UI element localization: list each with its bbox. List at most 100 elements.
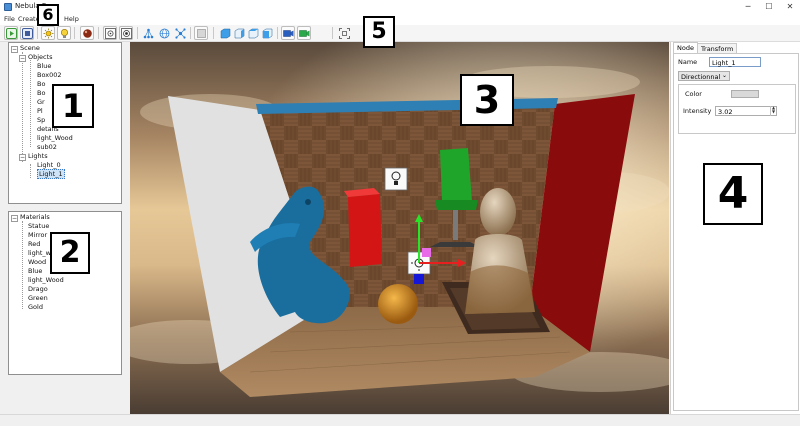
tree-item-material[interactable]: Blue [28, 267, 42, 275]
tree-node-materials[interactable]: − Materials [11, 213, 50, 222]
tree-item-material[interactable]: Drago [28, 285, 48, 293]
color-label: Color [685, 90, 702, 98]
tree-node-objects[interactable]: − Objects [19, 53, 53, 62]
toolbar-separator [137, 27, 138, 39]
camera-button[interactable] [281, 26, 295, 40]
light-settings-group: Color Intensity 3.02 ▲ ▼ [678, 84, 796, 134]
view-front-icon [220, 28, 231, 39]
tree-item-material[interactable]: Gold [28, 303, 43, 311]
render-region-icon [105, 28, 116, 39]
name-field[interactable]: Light_1 [709, 57, 761, 67]
light-type-select[interactable]: Directionnal ⌄ [678, 71, 730, 81]
tree-item-light[interactable]: Light_0 [37, 161, 61, 169]
tree-line [30, 164, 31, 178]
callout-3: 3 [460, 74, 514, 126]
tree-item-material[interactable]: Statue [28, 222, 49, 230]
tree-node-scene[interactable]: − Scene [11, 44, 40, 53]
network-button[interactable] [173, 26, 187, 40]
collapse-icon[interactable]: − [11, 46, 18, 53]
tree-icon [143, 28, 154, 39]
tree-item-object[interactable]: Gr [37, 98, 45, 106]
frame-selection-button[interactable] [337, 26, 351, 40]
menu-file[interactable]: File [4, 15, 15, 23]
menu-help[interactable]: Help [64, 15, 79, 23]
tree-item-object[interactable]: sub02 [37, 143, 57, 151]
color-swatch[interactable] [731, 90, 759, 98]
callout-1: 1 [52, 84, 94, 128]
callout-5: 5 [363, 16, 395, 48]
tree-item-material[interactable]: Mirror [28, 231, 47, 239]
callout-6: 6 [37, 4, 59, 26]
view-top-button[interactable] [246, 26, 260, 40]
tree-item-object[interactable]: light_Wood [37, 134, 73, 142]
tree-item-object[interactable]: Sp [37, 116, 45, 124]
view-side-button[interactable] [232, 26, 246, 40]
frame-select-icon [339, 28, 350, 39]
collapse-icon[interactable]: − [11, 215, 18, 222]
tree-item-light-selected[interactable]: Light_1 [37, 169, 65, 179]
render-full-icon [121, 28, 132, 39]
bulb-icon [60, 28, 69, 38]
tree-item-material[interactable]: light_Wood [28, 276, 64, 284]
tree-item-material[interactable]: Red [28, 240, 40, 248]
stop-icon [22, 28, 33, 39]
toolbar-separator [190, 27, 191, 39]
intensity-value: 3.02 [718, 108, 733, 116]
view-front-button[interactable] [218, 26, 232, 40]
toolbar-separator [98, 27, 99, 39]
render-region-button[interactable] [103, 26, 117, 40]
tree-line [22, 221, 23, 309]
close-button[interactable]: ✕ [778, 0, 800, 14]
hierarchy-button[interactable] [141, 26, 155, 40]
light-type-value: Directionnal [681, 73, 721, 81]
node-tab-content: Name Light_1 Directionnal ⌄ Color Intens… [673, 53, 799, 411]
play-button[interactable] [4, 26, 18, 40]
empty-cube-button[interactable] [194, 26, 208, 40]
tree-item-object[interactable]: Blue [37, 62, 51, 70]
sun-icon [43, 28, 54, 39]
toolbar-separator [213, 27, 214, 39]
intensity-label: Intensity [683, 107, 712, 115]
cube-empty-icon [197, 29, 206, 38]
sphere-icon [83, 29, 92, 38]
camera-green-button[interactable] [297, 26, 311, 40]
intensity-spinbox[interactable]: 3.02 ▲ ▼ [715, 106, 777, 116]
toolbar [0, 25, 800, 42]
render-full-button[interactable] [119, 26, 133, 40]
view-perspective-button[interactable] [260, 26, 274, 40]
title-bar: Nebula R ─ ☐ ✕ [0, 0, 800, 14]
spin-arrows-icon[interactable]: ▲ ▼ [770, 106, 776, 116]
globe-icon [159, 28, 170, 39]
tree-item-object[interactable]: Bo [37, 80, 45, 88]
collapse-icon[interactable]: − [19, 55, 26, 62]
app-icon [4, 3, 12, 11]
toolbar-separator [332, 27, 333, 39]
add-sun-button[interactable] [41, 26, 55, 40]
callout-4: 4 [703, 163, 763, 225]
menu-bar: File Create Help [0, 14, 800, 25]
globe-button[interactable] [157, 26, 171, 40]
callout-2: 2 [50, 232, 90, 274]
camera-icon [283, 30, 294, 37]
name-label: Name [678, 58, 698, 66]
stop-button[interactable] [20, 26, 34, 40]
play-icon [6, 28, 17, 39]
view-top-icon [248, 28, 259, 39]
view-persp-icon [262, 28, 273, 39]
tree-line [22, 52, 23, 162]
toolbar-separator [37, 27, 38, 39]
tree-item-object[interactable]: Bo [37, 89, 45, 97]
tree-item-object[interactable]: Box002 [37, 71, 62, 79]
collapse-icon[interactable]: − [19, 154, 26, 161]
properties-panel: Node Transform Name Light_1 Directionnal… [670, 42, 800, 414]
toolbar-separator [277, 27, 278, 39]
tree-node-lights[interactable]: − Lights [19, 152, 48, 161]
tree-item-object[interactable]: Pl [37, 107, 43, 115]
render-viewport[interactable] [130, 42, 669, 414]
app-window: Nebula R ─ ☐ ✕ File Create Help − Scene … [0, 0, 800, 426]
material-sphere-button[interactable] [80, 26, 94, 40]
tree-item-material[interactable]: Wood [28, 258, 46, 266]
tree-item-material[interactable]: Green [28, 294, 48, 302]
tree-line [30, 60, 31, 147]
add-light-button[interactable] [57, 26, 71, 40]
